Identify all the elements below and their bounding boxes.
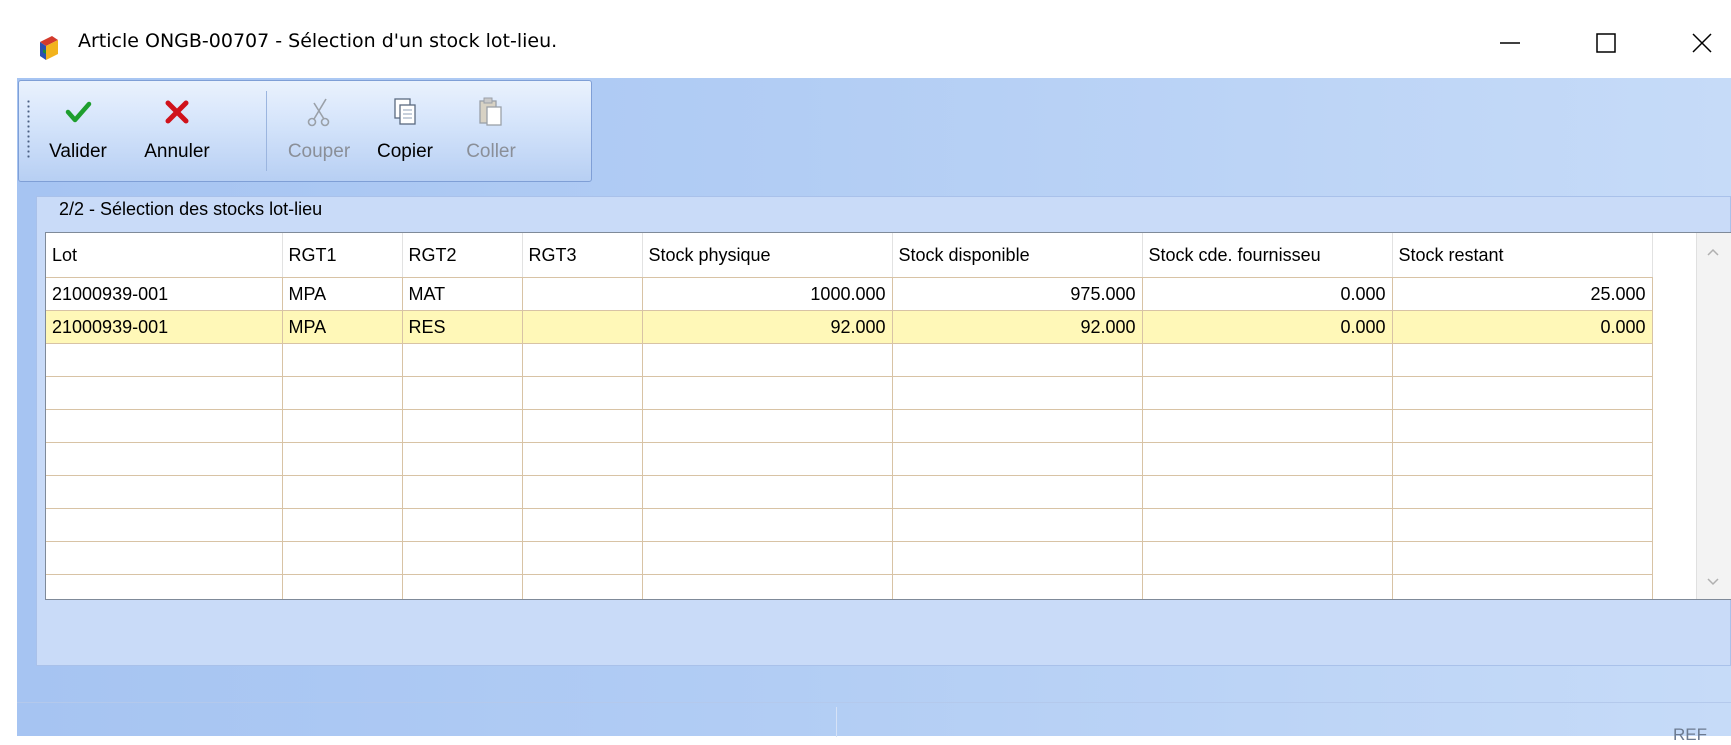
toolbar-grip[interactable] — [27, 99, 30, 159]
column-header-stock-physique[interactable]: Stock physique — [642, 233, 893, 278]
column-header-lot[interactable]: Lot — [46, 233, 283, 278]
minimize-icon — [1500, 42, 1520, 44]
paste-icon — [479, 97, 502, 126]
column-header-stock-restant[interactable]: Stock restant — [1392, 233, 1653, 278]
maximize-button[interactable] — [1576, 22, 1636, 66]
column-header-rgt2[interactable]: RGT2 — [402, 233, 523, 278]
cell-stock-physique[interactable]: 1000.000 — [642, 277, 893, 311]
chevron-down-icon[interactable] — [1706, 577, 1720, 587]
close-button[interactable] — [1672, 22, 1731, 66]
copy-icon — [394, 98, 416, 125]
cell-stock-cde-fournisseur[interactable]: 0.000 — [1142, 310, 1393, 344]
valider-button[interactable]: Valider — [33, 89, 123, 175]
cell-lot[interactable]: 21000939-001 — [46, 310, 283, 344]
checkmark-icon — [65, 101, 92, 123]
empty-row — [46, 376, 1653, 410]
toolbar-separator — [266, 91, 267, 171]
cell-stock-restant[interactable]: 25.000 — [1392, 277, 1653, 311]
scissors-icon — [307, 98, 330, 127]
cell-rgt1[interactable]: MPA — [282, 277, 403, 311]
cell-rgt1[interactable]: MPA — [282, 310, 403, 344]
table-row-selected[interactable]: 21000939-001 MPA RES 92.000 92.000 0.000… — [46, 310, 1653, 344]
empty-row — [46, 508, 1653, 542]
toolbar: Valider Annuler Couper Copier Coller — [18, 80, 592, 182]
cell-rgt3[interactable] — [522, 310, 643, 344]
coller-button[interactable]: Coller — [451, 89, 531, 175]
cell-stock-disponible[interactable]: 975.000 — [892, 277, 1143, 311]
panel-title: 2/2 - Sélection des stocks lot-lieu — [59, 199, 323, 219]
column-header-stock-cde-fournisseur[interactable]: Stock cde. fournisseu — [1142, 233, 1393, 278]
empty-row — [46, 409, 1653, 443]
couper-button[interactable]: Couper — [277, 89, 361, 175]
stock-grid: Lot RGT1 RGT2 RGT3 Stock physique Stock … — [45, 232, 1731, 600]
copier-button[interactable]: Copier — [363, 89, 447, 175]
copier-label: Copier — [377, 141, 433, 162]
coller-label: Coller — [466, 141, 516, 162]
cell-rgt3[interactable] — [522, 277, 643, 311]
empty-row — [46, 475, 1653, 509]
couper-label: Couper — [287, 141, 351, 162]
header-row: Lot RGT1 RGT2 RGT3 Stock physique Stock … — [46, 233, 1653, 278]
column-header-stock-disponible[interactable]: Stock disponible — [892, 233, 1143, 278]
stock-table: Lot RGT1 RGT2 RGT3 Stock physique Stock … — [46, 233, 1653, 599]
cell-rgt2[interactable]: MAT — [402, 277, 523, 311]
vertical-scrollbar[interactable] — [1696, 233, 1731, 599]
window-title: Article ONGB-00707 - Sélection d'un stoc… — [78, 30, 558, 52]
column-header-rgt3[interactable]: RGT3 — [522, 233, 643, 278]
cell-stock-disponible[interactable]: 92.000 — [892, 310, 1143, 344]
annuler-button[interactable]: Annuler — [127, 89, 227, 175]
title-bar: Article ONGB-00707 - Sélection d'un stoc… — [0, 0, 1731, 78]
maximize-icon — [1596, 33, 1616, 53]
empty-row — [46, 442, 1653, 476]
cell-rgt2[interactable]: RES — [402, 310, 523, 344]
annuler-label: Annuler — [144, 141, 210, 162]
books-icon — [40, 36, 58, 60]
cell-stock-physique[interactable]: 92.000 — [642, 310, 893, 344]
table-row[interactable]: 21000939-001 MPA MAT 1000.000 975.000 0.… — [46, 277, 1653, 311]
close-icon — [1692, 33, 1712, 53]
column-header-rgt1[interactable]: RGT1 — [282, 233, 403, 278]
cell-stock-restant[interactable]: 0.000 — [1392, 310, 1653, 344]
valider-label: Valider — [49, 141, 107, 162]
cell-lot[interactable]: 21000939-001 — [46, 277, 283, 311]
empty-row — [46, 541, 1653, 575]
empty-row — [46, 343, 1653, 377]
cell-stock-cde-fournisseur[interactable]: 0.000 — [1142, 277, 1393, 311]
cross-icon — [165, 100, 189, 124]
empty-row — [46, 574, 1653, 599]
chevron-up-icon[interactable] — [1706, 247, 1720, 257]
minimize-button[interactable] — [1480, 22, 1540, 66]
